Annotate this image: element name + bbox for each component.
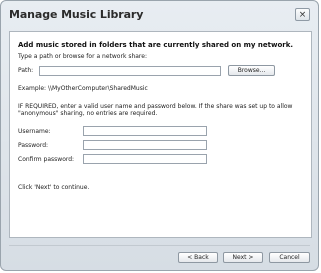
- back-button[interactable]: < Back: [178, 252, 218, 263]
- path-input[interactable]: [39, 66, 221, 76]
- dialog-title: Manage Music Library: [9, 8, 144, 21]
- credentials-note-line-1: IF REQUIRED, enter a valid user name and…: [18, 103, 293, 110]
- path-label: Path:: [18, 67, 34, 74]
- footer-divider: [9, 245, 310, 246]
- credentials-note-line-2: "anonymous" sharing, no entries are requ…: [18, 110, 158, 117]
- path-example: Example: \\MyOtherComputer\SharedMusic: [18, 85, 148, 92]
- confirm-password-label: Confirm password:: [18, 156, 75, 163]
- content-panel: Add music stored in folders that are cur…: [9, 31, 312, 238]
- browse-button[interactable]: Browse...: [228, 65, 275, 76]
- confirm-password-field[interactable]: [83, 154, 207, 164]
- username-field[interactable]: [83, 126, 207, 136]
- title-bar: Manage Music Library ×: [1, 1, 318, 29]
- path-hint: Type a path or browse for a network shar…: [18, 53, 147, 60]
- close-button[interactable]: ×: [295, 8, 310, 21]
- cancel-button[interactable]: Cancel: [269, 252, 310, 263]
- password-label: Password:: [18, 142, 49, 149]
- continue-instruction: Click 'Next' to continue.: [18, 184, 90, 191]
- password-field[interactable]: [83, 140, 207, 150]
- username-label: Username:: [18, 128, 51, 135]
- next-button[interactable]: Next >: [223, 252, 263, 263]
- instruction-heading: Add music stored in folders that are cur…: [18, 41, 294, 49]
- manage-music-library-dialog: Manage Music Library × Add music stored …: [0, 0, 319, 271]
